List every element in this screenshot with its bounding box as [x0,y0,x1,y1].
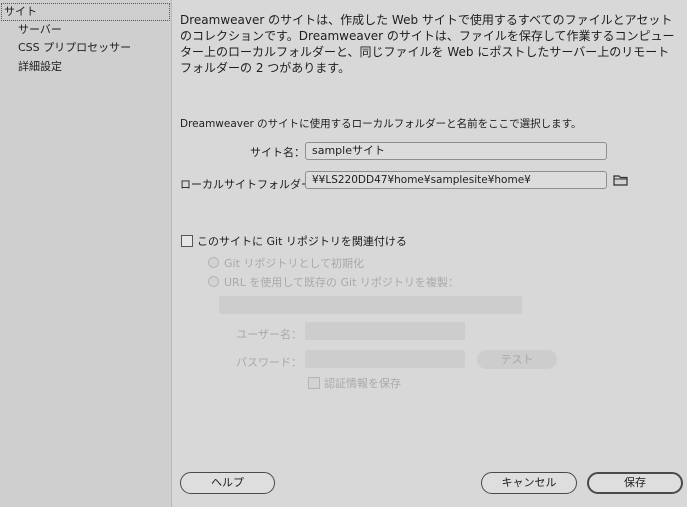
test-button[interactable]: テスト [477,350,557,369]
git-init-label: Git リポジトリとして初期化 [224,257,365,270]
local-folder-instructions: Dreamweaver のサイトに使用するローカルフォルダーと名前をここで選択し… [180,118,582,130]
git-init-radio[interactable] [208,257,219,268]
site-description: Dreamweaver のサイトは、作成した Web サイトで使用するすべてのフ… [180,13,675,75]
save-button[interactable]: 保存 [587,472,683,494]
sidebar-item-site[interactable]: サイト [1,3,170,21]
git-clone-radio[interactable] [208,276,219,287]
save-credentials-label: 認証情報を保存 [324,377,401,390]
git-repo-checkbox[interactable] [181,235,193,247]
cancel-button[interactable]: キャンセル [481,472,577,494]
folder-icon[interactable] [613,173,629,187]
password-input[interactable] [305,350,465,368]
save-credentials-checkbox[interactable] [308,377,320,389]
sidebar-item-css-preprocessor[interactable]: CSS プリプロセッサー [0,39,171,57]
help-button[interactable]: ヘルプ [180,472,275,494]
site-name-label: サイト名： [250,146,305,159]
username-input[interactable] [305,322,465,340]
sidebar: サイト サーバー CSS プリプロセッサー 詳細設定 [0,0,172,507]
password-label: パスワード： [236,356,302,369]
site-name-input[interactable]: sampleサイト [305,142,607,160]
git-url-input[interactable] [219,296,522,314]
username-label: ユーザー名： [236,328,302,341]
local-folder-input[interactable]: ¥¥LS220DD47¥home¥samplesite¥home¥ [305,171,607,189]
git-repo-checkbox-label: このサイトに Git リポジトリを関連付ける [197,235,407,248]
git-clone-label: URL を使用して既存の Git リポジトリを複製： [224,276,459,289]
local-folder-label: ローカルサイトフォルダー： [180,178,323,191]
sidebar-item-advanced[interactable]: 詳細設定 [0,58,171,76]
sidebar-item-server[interactable]: サーバー [0,21,171,39]
main-panel: Dreamweaver のサイトは、作成した Web サイトで使用するすべてのフ… [172,0,687,507]
